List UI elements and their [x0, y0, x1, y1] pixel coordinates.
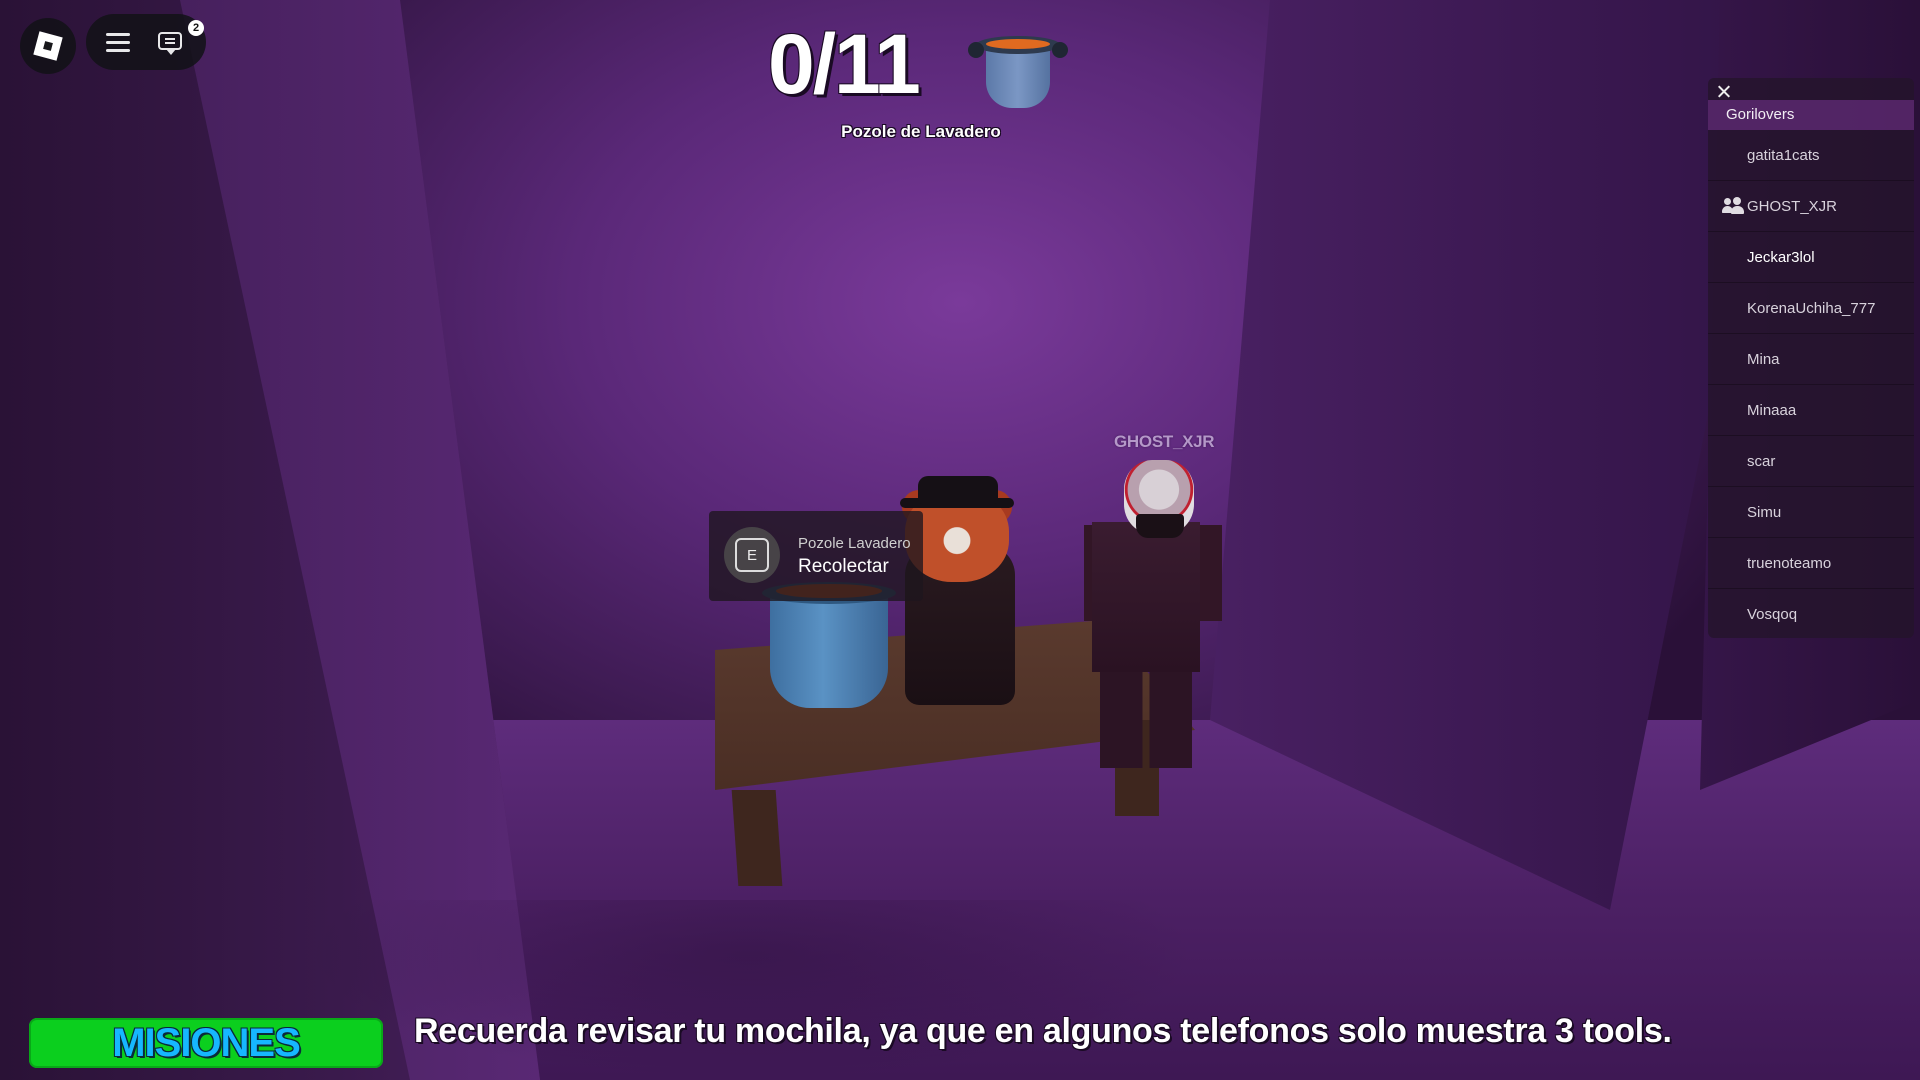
player-name: GHOST_XJR	[1747, 197, 1838, 215]
missions-button[interactable]: MISIONES	[29, 1018, 383, 1068]
player-row[interactable]: truenoteamo	[1708, 538, 1914, 589]
player-name: gatita1cats	[1747, 146, 1820, 164]
player-row-local[interactable]: Jeckar3lol	[1708, 232, 1914, 283]
player-name: truenoteamo	[1747, 554, 1832, 572]
pozole-pot[interactable]	[770, 590, 888, 708]
prompt-object-text: Pozole Lavadero	[798, 535, 911, 552]
close-icon[interactable]	[1714, 82, 1734, 102]
player-row[interactable]: gatita1cats	[1708, 130, 1914, 181]
team-header: Gorilovers	[1708, 100, 1914, 130]
tip-banner: Recuerda revisar tu mochila, ya que en a…	[414, 1012, 1672, 1050]
topbar-controls: 2	[86, 14, 206, 70]
prompt-key-button[interactable]: E	[724, 527, 780, 583]
collectible-counter: 0/11	[768, 17, 921, 111]
ghost-avatar-legs	[1100, 668, 1192, 768]
player-row[interactable]: KorenaUchiha_777	[1708, 283, 1914, 334]
player-row[interactable]: GHOST_XJR	[1708, 181, 1914, 232]
player-name: KorenaUchiha_777	[1747, 299, 1876, 317]
player-name: Simu	[1747, 503, 1782, 521]
keyboard-key-icon: E	[735, 538, 769, 572]
player-name: Minaaa	[1747, 401, 1797, 419]
missions-button-label: MISIONES	[112, 1020, 301, 1065]
table-leg	[731, 790, 783, 886]
player-name: Mina	[1747, 350, 1780, 368]
ghost-avatar-mask	[1136, 514, 1184, 538]
player-nametag: GHOST_XJR	[1114, 432, 1215, 451]
player-row[interactable]: scar	[1708, 436, 1914, 487]
chat-icon[interactable]	[158, 28, 188, 58]
hamburger-menu-icon[interactable]	[104, 28, 132, 56]
player-name: Vosqoq	[1747, 605, 1798, 623]
player-name: Jeckar3lol	[1747, 248, 1815, 266]
ghost-avatar-body	[1092, 522, 1200, 672]
prompt-action-text: Recolectar	[798, 556, 889, 577]
player-list: Gorilovers gatita1cats GHOST_XJR Jeckar3…	[1708, 78, 1914, 638]
roblox-menu-button[interactable]	[20, 18, 76, 74]
roblox-logo-icon	[33, 31, 63, 61]
hat	[918, 476, 998, 504]
friends-icon	[1722, 197, 1744, 215]
game-viewport[interactable]: GHOST_XJR	[0, 0, 1920, 1080]
collectible-label: Pozole de Lavadero	[841, 122, 1001, 141]
proximity-prompt[interactable]: E Pozole Lavadero Recolectar	[709, 511, 923, 601]
player-rows: gatita1cats GHOST_XJR Jeckar3lol KorenaU…	[1708, 130, 1914, 639]
player-name: scar	[1747, 452, 1776, 470]
player-row[interactable]: Minaaa	[1708, 385, 1914, 436]
player-row[interactable]: Vosqoq	[1708, 589, 1914, 639]
chat-unread-badge: 2	[188, 20, 204, 36]
team-name: Gorilovers	[1726, 106, 1795, 123]
pot-icon	[968, 36, 1068, 116]
player-row[interactable]: Simu	[1708, 487, 1914, 538]
player-row[interactable]: Mina	[1708, 334, 1914, 385]
floor-shadow	[300, 900, 1200, 1080]
